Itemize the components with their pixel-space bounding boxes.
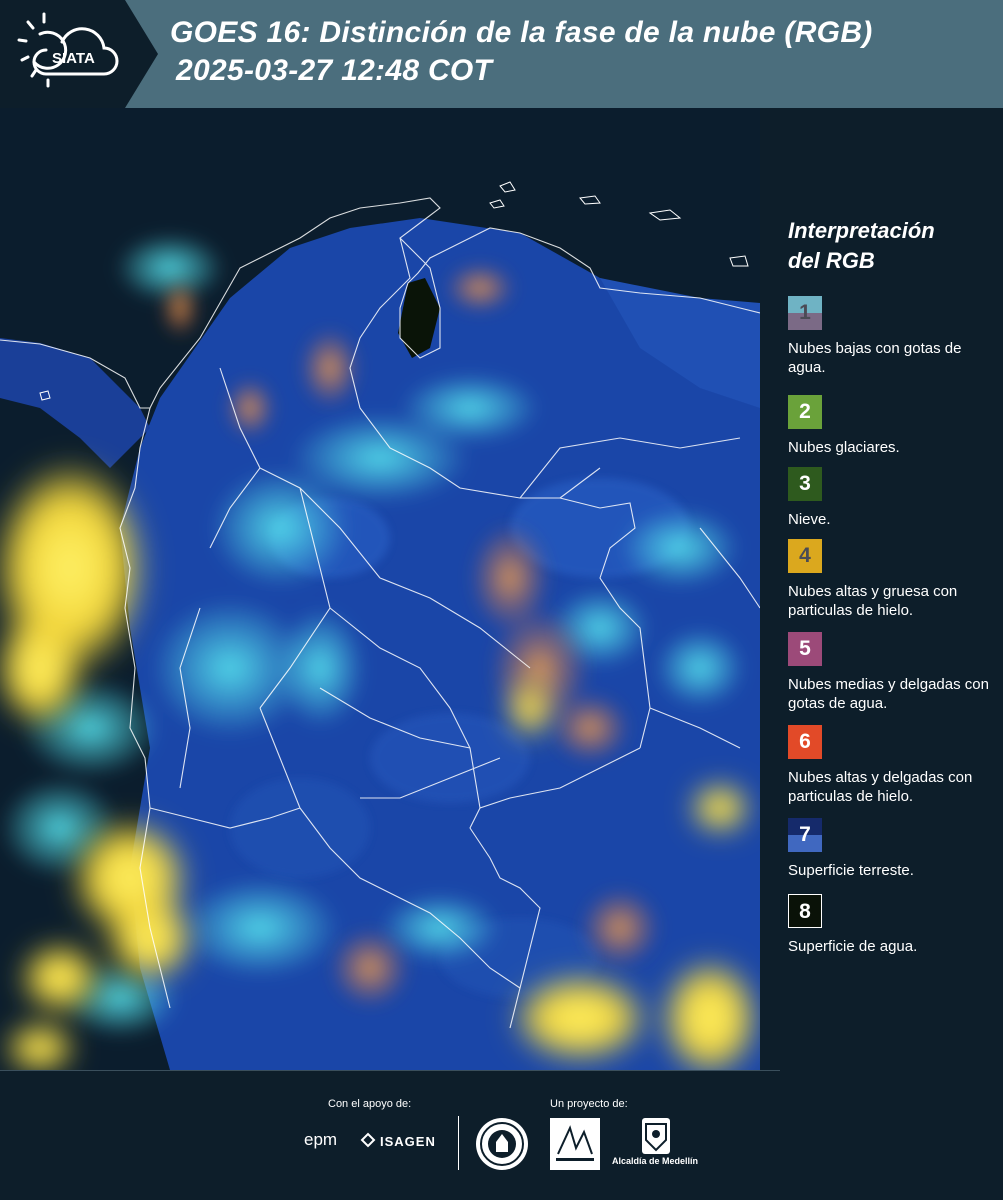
legend-swatch-4: 4 <box>788 539 822 573</box>
legend-item-8: 8 Superficie de agua. <box>788 894 998 956</box>
legend-swatch-7: 7 <box>788 818 822 852</box>
legend-item-7: 7 Superficie terreste. <box>788 818 998 880</box>
area-metropolitana-logo[interactable] <box>550 1118 600 1170</box>
legend-item-1: 1 Nubes bajas con gotas de agua. <box>788 296 998 377</box>
legend-label-5: Nubes medias y delgadas con gotas de agu… <box>788 676 989 712</box>
legend-title: Interpretación del RGB <box>788 218 935 273</box>
legend-label-2: Nubes glaciares. <box>788 439 900 456</box>
legend-item-6: 6 Nubes altas y delgadas con particulas … <box>788 725 998 806</box>
legend-item-2: 2 Nubes glaciares. <box>788 395 998 457</box>
footer-divider-line <box>0 1070 780 1071</box>
footer-vertical-divider <box>458 1116 459 1170</box>
legend-swatch-2: 2 <box>788 395 822 429</box>
legend-item-4: 4 Nubes altas y gruesa con particulas de… <box>788 539 998 620</box>
project-caption: Un proyecto de: <box>550 1098 628 1110</box>
isagen-logo[interactable]: ISAGEN <box>380 1134 436 1149</box>
legend-label-7: Superficie terreste. <box>788 862 914 879</box>
legend-swatch-3: 3 <box>788 467 822 501</box>
legend-swatch-1: 1 <box>788 296 822 330</box>
support-caption: Con el apoyo de: <box>328 1098 412 1110</box>
university-seal-icon[interactable] <box>476 1118 528 1170</box>
siata-logo-text: SIATA <box>52 50 95 67</box>
footer: Con el apoyo de: Un proyecto de: epm ISA… <box>0 1070 1003 1200</box>
title-product: GOES 16: Distinción de la fase de la nub… <box>170 16 873 49</box>
legend-item-3: 3 Nieve. <box>788 467 998 529</box>
legend-label-6: Nubes altas y delgadas con particulas de… <box>788 769 973 805</box>
legend-swatch-8: 8 <box>788 894 822 928</box>
legend-swatch-6: 6 <box>788 725 822 759</box>
header-bar: SIATA GOES 16: Distinción de la fase de … <box>0 0 1003 108</box>
legend-label-4: Nubes altas y gruesa con particulas de h… <box>788 583 958 619</box>
legend-label-3: Nieve. <box>788 511 831 528</box>
title-timestamp: 2025-03-27 12:48 COT <box>176 54 493 87</box>
satellite-map[interactable] <box>0 108 760 1070</box>
page-title: GOES 16: Distinción de la fase de la nub… <box>170 14 873 90</box>
alcaldia-emblem-icon <box>642 1118 670 1154</box>
legend-panel: Interpretación del RGB 1 Nubes bajas con… <box>760 108 1003 1070</box>
legend-label-1: Nubes bajas con gotas de agua. <box>788 340 962 376</box>
legend-label-8: Superficie de agua. <box>788 938 918 955</box>
alcaldia-medellin-logo[interactable]: Alcaldía de Medellín <box>612 1156 698 1166</box>
isagen-icon <box>358 1130 378 1155</box>
legend-item-5: 5 Nubes medias y delgadas con gotas de a… <box>788 632 998 713</box>
siata-logo[interactable]: SIATA <box>0 0 160 108</box>
epm-logo[interactable]: epm <box>304 1130 337 1150</box>
legend-swatch-5: 5 <box>788 632 822 666</box>
